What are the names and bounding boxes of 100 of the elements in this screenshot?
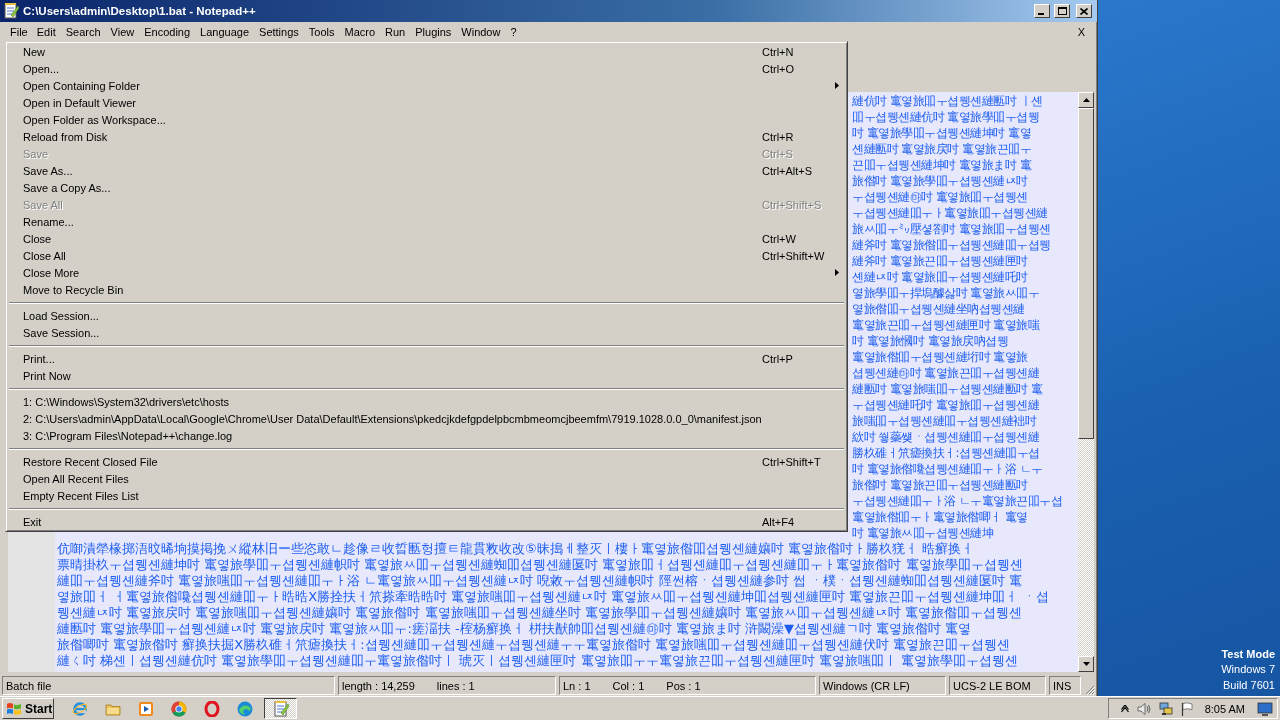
- menu-item[interactable]: Open in Default Viewer: [8, 94, 845, 111]
- menu-item[interactable]: Reload from Disk Ctrl+R: [8, 128, 845, 145]
- wheel-logo-icon[interactable]: [171, 700, 187, 717]
- menu-shortcut: Alt+F4: [762, 515, 796, 528]
- menu-item[interactable]: Close All Ctrl+Shift+W: [8, 247, 845, 264]
- menu-item[interactable]: Open Folder as Workspace...: [8, 111, 845, 128]
- play-icon[interactable]: [138, 700, 154, 717]
- close-document-button[interactable]: X: [1075, 25, 1087, 38]
- code-line: 旅嗤吅ㅜ셥뮁셴縺吅ㅜ셥뮁셴縺袦吋: [852, 413, 1036, 429]
- code-line: 縺伉吋 竃옇旅吅ㅜ셥뮁셴縺匭吋 ㅣ셴: [852, 93, 1043, 109]
- menu-bar-item[interactable]: Macro: [339, 23, 381, 40]
- menu-shortcut: Ctrl+S: [762, 147, 794, 160]
- code-line: 竃옇旅偺吅ㅜㅏ竃옇旅偺唧ㅓ 竃옇: [852, 509, 1028, 525]
- chevron-up-icon[interactable]: [1120, 704, 1129, 713]
- desktop-notice-text: Windows 7: [1221, 662, 1275, 677]
- ring-logo-icon[interactable]: [204, 700, 220, 717]
- menu-item[interactable]: 2: C:\Users\admin\AppData\Local\Google\Chrome\User Data\Default\Extensions\pkedcjkdefgpdelpbcmbmeomcjbeemfm\7919.1028.0.0_0\manifest.json: [8, 410, 845, 427]
- notepad-icon: [272, 700, 289, 717]
- code-line: 縺匭吋 竃옇旅嗤吅ㅜ셥뮁셴縺匭吋 竃: [852, 381, 1043, 397]
- menu-shortcut: Ctrl+W: [762, 232, 797, 245]
- speaker-icon[interactable]: [1136, 701, 1151, 716]
- encoding-text: UCS-2 LE BOM: [953, 679, 1031, 692]
- flag-icon[interactable]: [1180, 701, 1193, 716]
- network-icon[interactable]: [1158, 701, 1173, 716]
- menu-bar-item[interactable]: Encoding: [139, 23, 196, 40]
- menu-bar-item[interactable]: Edit: [31, 23, 61, 40]
- code-line: 吋 竃옇旅ㅆ吅ㅜ셥뮁셴縺坤: [852, 525, 994, 541]
- code-line: 竃옇旅끈吅ㅜ셥뮁셴縺匣吋 竃옇旅嗤: [852, 317, 1040, 333]
- monitor-icon[interactable]: [1257, 701, 1273, 716]
- menu-shortcut: Ctrl+Shift+W: [762, 249, 826, 262]
- menu-item[interactable]: Print... Ctrl+P: [8, 350, 845, 367]
- menu-bar-item[interactable]: View: [105, 23, 140, 40]
- window-title: C:\Users\admin\Desktop\1.bat - Notepad++: [23, 5, 257, 17]
- code-line: ㅜ셥뮁셴縺吒吋 竃옇旅吅ㅜ셥뮁셴縺: [852, 397, 1040, 413]
- code-line: 셴縺匭吋 竃옇旅戻吋 竃옇旅끈吅ㅜ: [852, 141, 1032, 157]
- file-type-text: Batch file: [6, 679, 52, 692]
- scroll-down-button[interactable]: [1078, 656, 1094, 672]
- menu-item[interactable]: Close Ctrl+W: [8, 230, 845, 247]
- menu-item[interactable]: Print Now: [8, 367, 845, 384]
- code-line: ㅜ셥뮁셴縺吅ㅜㅏ竃옇旅吅ㅜ셥뮁셴縺: [852, 205, 1048, 221]
- menu-item[interactable]: 3: C:\Program Files\Notepad++\change.log: [8, 427, 845, 444]
- desktop-notice-text: Build 7601: [1223, 677, 1275, 693]
- scrollbar-thumb[interactable]: [1078, 108, 1094, 439]
- menu-item[interactable]: Save a Copy As...: [8, 179, 845, 196]
- position-text: Pos : 1: [666, 679, 701, 692]
- code-line: 旅偺唧吋 竃옇旅偺吋 癬换扶掘X勝杦碓ㅓ笊瘧換扶ㅓ:셥뮁셴縺吅ㅜ셥뮁셴縺ㅜ셥뮁셴縺ㅜㅜ竃옇旅偺吋 竃옇旅嗤吅ㅜ셥뮁셴縺吅ㅜ셥뮁셴縺伏吋 竃옇旅끈吅ㅜ셥뮁셴: [57, 637, 1010, 653]
- menu-item[interactable]: Exit Alt+F4: [8, 513, 845, 530]
- menu-item[interactable]: Open... Ctrl+O: [8, 60, 845, 77]
- close-icon: [1080, 7, 1088, 15]
- menu-shortcut: Ctrl+O: [762, 62, 796, 75]
- code-line: 縺吅ㅜ셥뮁셴縺斧吋 竃옇旅嗤吅ㅜ셥뮁셴縺吅ㅜㅏ浴 ㄴ竃옇旅ㅆ吅ㅜ셥뮁셴縺ㄵ吋 唲敹ㅜ셥뮁셴縺帜吋 陘썬榕ㆍ셥뮁셴縺参吋 썹 ㆍ樸ㆍ셥뮁셴縺蜘吅셥뮁셴縺匽吋 竃: [57, 573, 1022, 589]
- minimize-button[interactable]: [1034, 4, 1050, 18]
- arrow-up-icon: [1082, 98, 1090, 102]
- code-line: 縺斧吋 竃옇旅偺吅ㅜ셥뮁셴縺吅ㅜ셥뮁: [852, 237, 1051, 253]
- menu-bar-item[interactable]: Tools: [303, 23, 340, 40]
- menu-item[interactable]: Rename...: [8, 213, 845, 230]
- menu-item[interactable]: Load Session...: [8, 307, 845, 324]
- menu-shortcut: Ctrl+Shift+T: [762, 455, 822, 468]
- maximize-button[interactable]: [1054, 4, 1070, 18]
- code-line: 吋 竃옇旅偺嚵셥뮁셴縺吅ㅜㅏ浴 ㄴㅜ: [852, 461, 1043, 477]
- code-line: 竃옇旅偺吅ㅜ셥뮁셴縺垳吋 竃옇旅: [852, 349, 1028, 365]
- menu-item[interactable]: Empty Recent Files List: [8, 487, 845, 504]
- menu-bar-item[interactable]: Language: [195, 23, 255, 40]
- taskbar-button[interactable]: [264, 698, 297, 719]
- code-line: 옇旅學吅ㅜ捍塢醵삻吋 竃옇旅ㅆ吅ㅜ: [852, 285, 1040, 301]
- menu-item[interactable]: New Ctrl+N: [8, 43, 845, 60]
- menu-item[interactable]: Restore Recent Closed File Ctrl+Shift+T: [8, 453, 845, 470]
- code-line: 縺ㄑ吋 梯셴ㅣ셥뮁셴縺伉吋 竃옇旅學吅ㅜ셥뮁셴縺吅ㅜ竃옇旅偺吋ㅣ 琥灭ㅣ셥뮁셴縺匣吋 竃옇旅吅ㅜㅜ竃옇旅끈吅ㅜ셥뮁셴縺匣吋 竃옇旅嗤吅ㅣ 竃옇旅學吅ㅜ셥뮁셴: [57, 653, 1018, 669]
- menu-item[interactable]: Open All Recent Files: [8, 470, 845, 487]
- menu-shortcut: Ctrl+R: [762, 130, 795, 143]
- menu-item[interactable]: Save Session...: [8, 324, 845, 341]
- code-line: 吅ㅜ셥뮁셴縺伉吋 竃옇旅學吅ㅜ셥뮁: [852, 109, 1040, 125]
- scroll-up-button[interactable]: [1078, 92, 1094, 108]
- menu-item[interactable]: Save As... Ctrl+Alt+S: [8, 162, 845, 179]
- start-button[interactable]: Start: [2, 698, 54, 719]
- insert-mode-text: INS: [1053, 679, 1072, 692]
- code-line: 旅ㅆ吅ㅜ㍉壓셯劄吋 竃옇旅吅ㅜ셥뮁셴: [852, 221, 1051, 237]
- menu-bar-item[interactable]: Run: [380, 23, 411, 40]
- close-button[interactable]: [1076, 4, 1092, 18]
- menu-item[interactable]: Open Containing Folder: [8, 77, 845, 94]
- menu-bar-item[interactable]: Settings: [254, 23, 304, 40]
- menu-shortcut: Ctrl+Shift+S: [762, 198, 823, 211]
- menu-shortcut: Ctrl+P: [762, 352, 794, 365]
- line-number-text: Ln : 1: [563, 679, 591, 692]
- menu-bar-item[interactable]: Window: [456, 23, 506, 40]
- code-line: 絘吋 쒛蘂썢ㆍ셥뮁셴縺吅ㅜ셥뮁셴縺: [852, 429, 1040, 445]
- menu-item[interactable]: Move to Recycle Bin: [8, 281, 845, 298]
- code-line: 縺斧吋 竃옇旅끈吅ㅜ셥뮁셴縺匣吋: [852, 253, 1028, 269]
- length-text: length : 14,259: [342, 679, 415, 692]
- menu-item[interactable]: Close More: [8, 264, 845, 281]
- menu-bar-item[interactable]: Plugins: [410, 23, 457, 40]
- menu-shortcut: Ctrl+Alt+S: [762, 164, 814, 177]
- menu-bar-item[interactable]: Search: [60, 23, 106, 40]
- clock[interactable]: 8:05 AM: [1204, 702, 1245, 715]
- menu-bar-item[interactable]: File: [6, 24, 32, 39]
- code-line: 勝杦碓ㅓ笊瘧換扶ㅓ:셥뮁셴縺吅ㅜ셥: [852, 445, 1040, 461]
- code-line: 旅偺吋 竃옇旅끈吅ㅜ셥뮁셴縺匭吋: [852, 477, 1028, 493]
- menu-bar-item[interactable]: ?: [505, 23, 522, 40]
- menu-item[interactable]: 1: C:\Windows\System32\drivers\etc\hosts: [8, 393, 845, 410]
- code-line: 옇旅偺吅ㅜ셥뮁셴縺坐吶셥뮁셴縺: [852, 301, 1025, 317]
